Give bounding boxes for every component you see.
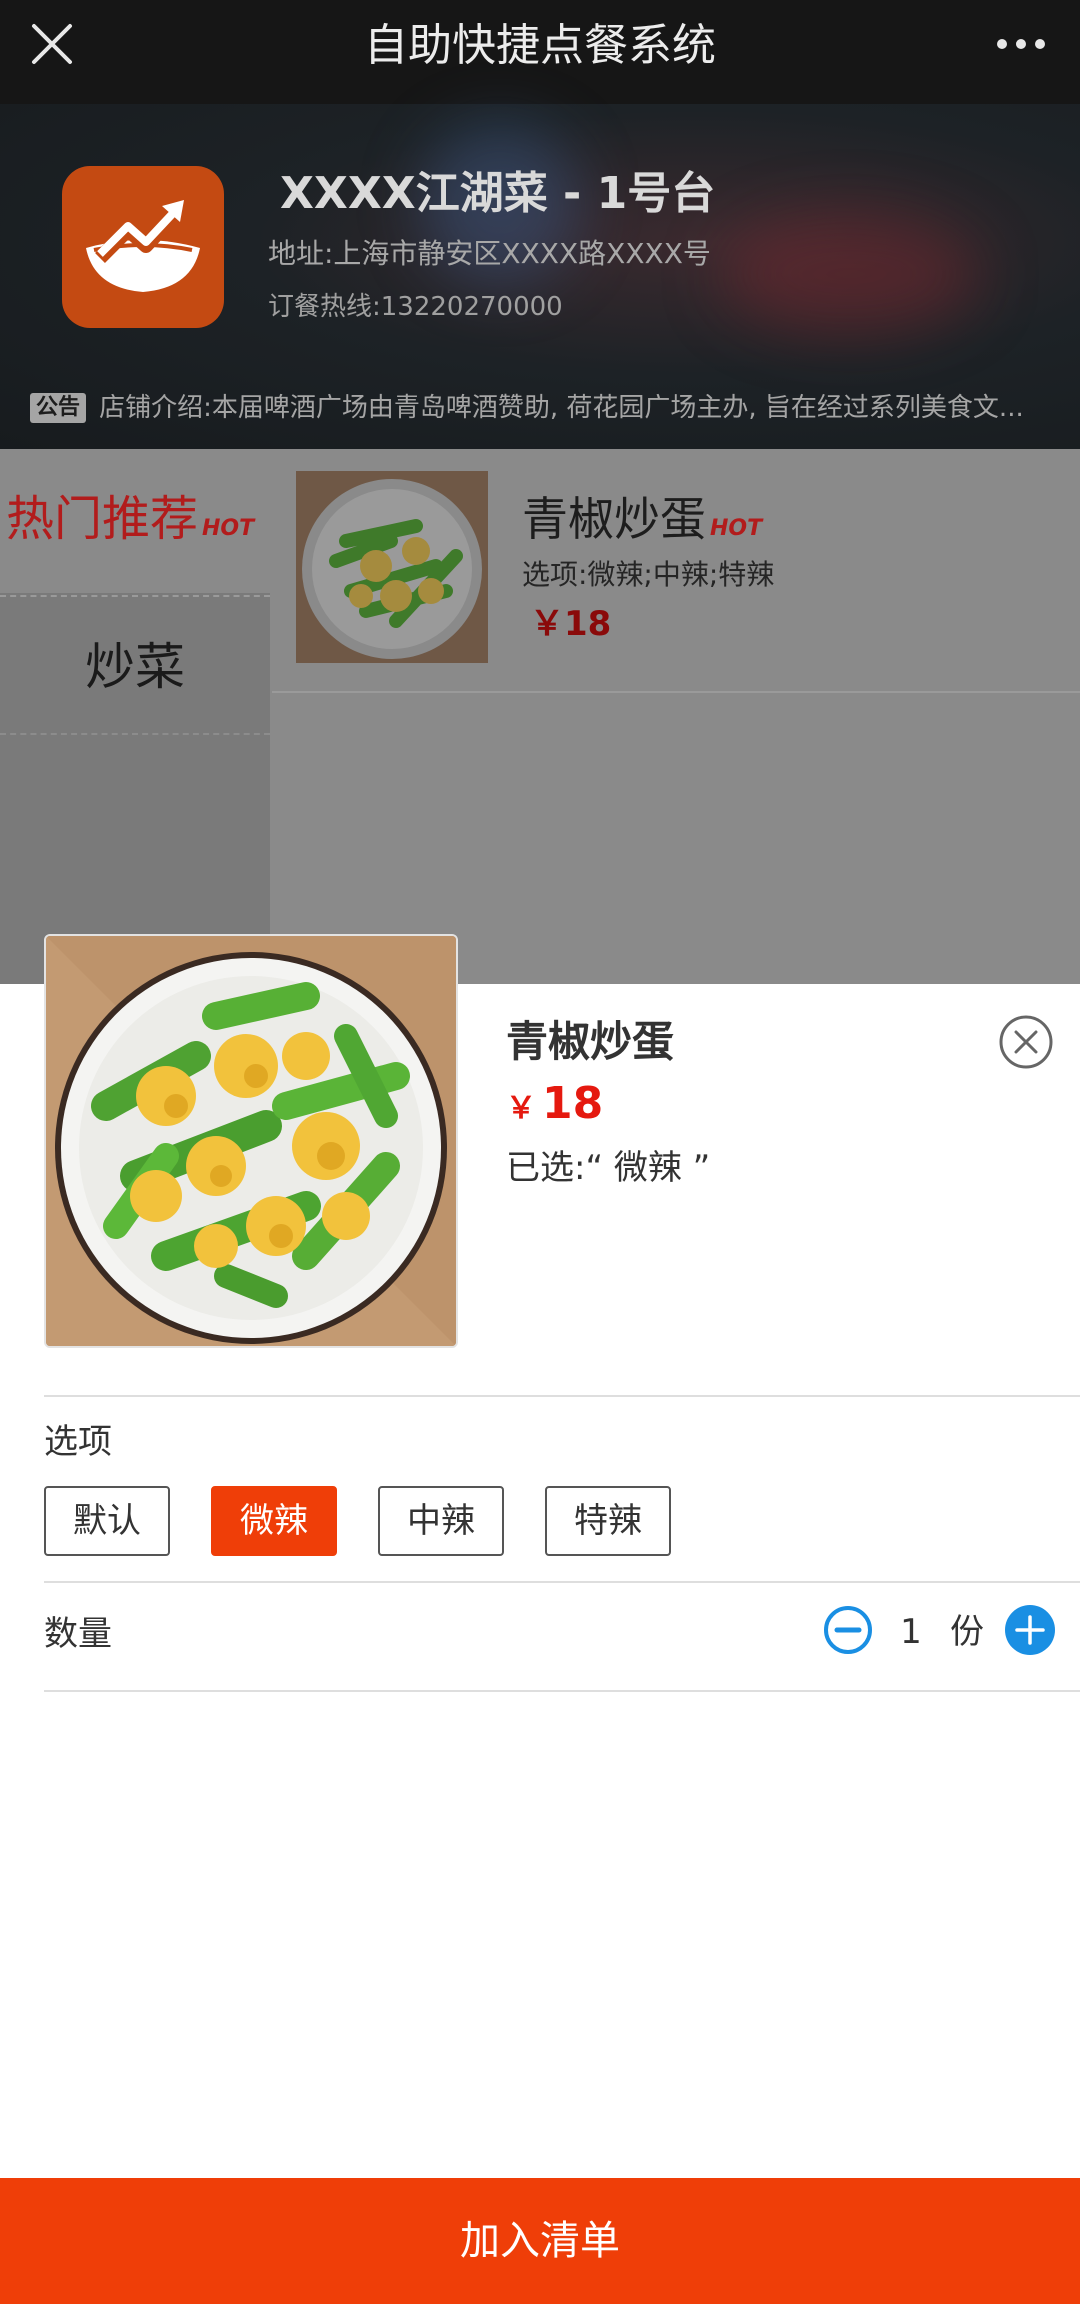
- dish-row[interactable]: 青椒炒蛋 HOT 选项:微辣;中辣;特辣 ￥18: [272, 449, 1080, 693]
- category-hot[interactable]: 热门推荐 HOT: [0, 449, 270, 593]
- dish-name-row: 青椒炒蛋 HOT: [522, 489, 762, 559]
- hot-tag: HOT: [202, 516, 255, 541]
- dish-price: ￥18: [530, 604, 612, 644]
- close-circle-icon[interactable]: [998, 1014, 1054, 1070]
- notice-bar[interactable]: 公告 店铺介绍:本届啤酒广场由青岛啤酒赞助, 荷花园广场主办, 旨在经过系列美食…: [30, 390, 1060, 430]
- quantity-label: 数量: [44, 1614, 112, 1654]
- selected-option-text: 已选:“ 微辣 ”: [506, 1148, 711, 1188]
- option-medium-spicy-button[interactable]: 中辣: [378, 1486, 504, 1556]
- options-label: 选项: [44, 1422, 112, 1462]
- nav-bar: 自助快捷点餐系统: [0, 0, 1080, 104]
- category-stir-fry[interactable]: 炒菜: [0, 595, 270, 735]
- dish-options: 选项:微辣;中辣;特辣: [522, 558, 775, 591]
- divider: [44, 1690, 1080, 1692]
- notice-text: 店铺介绍:本届啤酒广场由青岛啤酒赞助, 荷花园广场主办, 旨在经过系列美食文..…: [99, 393, 1024, 423]
- category-column: 热门推荐 HOT 炒菜: [0, 449, 270, 984]
- dish-image: [44, 934, 458, 1348]
- option-mild-spicy-button[interactable]: 微辣: [211, 1486, 337, 1556]
- shop-name: XXXX江湖菜 - 1号台: [280, 168, 716, 219]
- category-label: 热门推荐: [6, 491, 199, 547]
- shop-header: XXXX江湖菜 - 1号台 地址:上海市静安区XXXX路XXXX号 订餐热线:1…: [0, 104, 1080, 449]
- option-default-button[interactable]: 默认: [44, 1486, 170, 1556]
- shop-logo: [62, 166, 224, 328]
- shop-phone[interactable]: 订餐热线:13220270000: [268, 289, 563, 325]
- add-to-list-button[interactable]: 加入清单: [0, 2178, 1080, 2304]
- quantity-unit: 份: [950, 1612, 984, 1652]
- shop-address: 地址:上海市静安区XXXX路XXXX号: [268, 237, 711, 270]
- minus-circle-icon[interactable]: [822, 1604, 874, 1656]
- price-value: 18: [542, 1078, 604, 1129]
- sheet-dish-name: 青椒炒蛋: [506, 1017, 675, 1066]
- currency-symbol: ￥: [506, 1091, 536, 1126]
- quantity-value: 1: [900, 1612, 922, 1652]
- option-extra-spicy-button[interactable]: 特辣: [545, 1486, 671, 1556]
- dish-name: 青椒炒蛋: [522, 492, 706, 546]
- dish-thumbnail[interactable]: [296, 471, 488, 663]
- hot-tag: HOT: [710, 516, 763, 541]
- divider: [44, 1395, 1080, 1397]
- menu-area: 热门推荐 HOT 炒菜 青椒炒蛋 HOT 选项:微辣;中辣;特辣 ￥18: [0, 449, 1080, 984]
- notice-badge: 公告: [30, 393, 87, 423]
- sheet-price: ￥ 18: [506, 1076, 603, 1141]
- more-dots-icon[interactable]: [996, 34, 1046, 54]
- plus-circle-icon[interactable]: [1004, 1604, 1056, 1656]
- divider: [44, 1581, 1080, 1583]
- page-title: 自助快捷点餐系统: [364, 20, 716, 71]
- category-label: 炒菜: [85, 638, 185, 696]
